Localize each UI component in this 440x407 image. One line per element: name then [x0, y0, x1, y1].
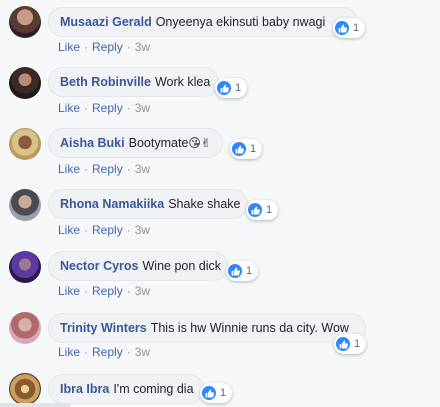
separator: · [126, 40, 131, 54]
comment-text: Onyeenya ekinsuti baby nwagi [155, 15, 326, 29]
comment-actions: Like · Reply · 3w [58, 284, 150, 298]
separator: · [84, 223, 89, 237]
comment-actions: Like · Reply · 3w [58, 162, 150, 176]
comment-actions: Like · Reply · 3w [58, 223, 150, 237]
comment-author[interactable]: Nector Cyros [60, 259, 139, 273]
reaction-count: 1 [353, 22, 360, 34]
like-link[interactable]: Like [58, 162, 80, 176]
reaction-count: 1 [266, 204, 273, 216]
comment-actions: Like · Reply · 3w [58, 101, 150, 115]
comment-author[interactable]: Beth Robinville [60, 75, 151, 89]
separator: · [126, 101, 131, 115]
like-link[interactable]: Like [58, 101, 80, 115]
separator: · [126, 223, 131, 237]
reaction-count: 1 [250, 143, 257, 155]
comment-bubble: Beth Robinville Work klea [48, 67, 219, 97]
reaction-count: 1 [246, 265, 253, 277]
avatar[interactable] [9, 251, 41, 283]
separator: · [126, 345, 131, 359]
comment-text: Bootymate [128, 136, 189, 150]
comment-text: This is hw Winnie runs da city. Wow [150, 321, 349, 335]
timestamp[interactable]: 3w [135, 162, 150, 176]
reaction-count: 1 [235, 82, 242, 94]
separator: · [126, 284, 131, 298]
timestamp[interactable]: 3w [135, 40, 150, 54]
like-link[interactable]: Like [58, 40, 80, 54]
comment-bubble: Musaazi Gerald Onyeenya ekinsuti baby nwa… [48, 7, 358, 37]
reaction-count-badge[interactable]: 1 [226, 261, 259, 281]
separator: · [84, 345, 89, 359]
emoji-kiss-peace: 😘✌ [188, 136, 211, 150]
reaction-count-badge[interactable]: 1 [246, 200, 279, 220]
reply-link[interactable]: Reply [92, 40, 123, 54]
separator: · [126, 162, 131, 176]
reply-link[interactable]: Reply [92, 284, 123, 298]
reaction-count: 1 [354, 338, 361, 350]
reaction-count-badge[interactable]: 1 [334, 334, 367, 354]
comment-bubble: Trinity Winters This is hw Winnie runs da… [48, 313, 366, 343]
like-link[interactable]: Like [58, 345, 80, 359]
reaction-count: 1 [220, 387, 227, 399]
avatar[interactable] [9, 189, 41, 221]
comment-text: Shake shake [168, 197, 241, 211]
reaction-count-badge[interactable]: 1 [333, 18, 366, 38]
thumbs-up-icon [335, 21, 349, 35]
comment-author[interactable]: Trinity Winters [60, 321, 147, 335]
comment-bubble: Ibra Ibra I'm coming dia [48, 374, 204, 404]
comment-author[interactable]: Rhona Namakiika [60, 197, 164, 211]
reaction-count-badge[interactable]: 1 [215, 78, 248, 98]
timestamp[interactable]: 3w [135, 345, 150, 359]
comment-author[interactable]: Ibra Ibra [60, 382, 109, 396]
thumbs-up-icon [336, 337, 350, 351]
reply-link[interactable]: Reply [92, 345, 123, 359]
like-link[interactable]: Like [58, 284, 80, 298]
comment-bubble: Aisha Buki Bootymate😘✌ [48, 128, 223, 158]
comment-author[interactable]: Aisha Buki [60, 136, 125, 150]
thumbs-up-icon [202, 386, 216, 400]
like-link[interactable]: Like [58, 223, 80, 237]
separator: · [84, 284, 89, 298]
avatar[interactable] [9, 312, 41, 344]
comment-bubble: Nector Cyros Wine pon dick [48, 251, 228, 281]
thumbs-up-icon [232, 142, 246, 156]
comment-actions: Like · Reply · 3w [58, 40, 150, 54]
thumbs-up-icon [228, 264, 242, 278]
comment-text: I'm coming dia [113, 382, 194, 396]
status-bar-fragment [0, 403, 70, 407]
timestamp[interactable]: 3w [135, 101, 150, 115]
separator: · [84, 162, 89, 176]
comment-actions: Like · Reply · 3w [58, 345, 150, 359]
comment-text: Wine pon dick [142, 259, 222, 273]
reaction-count-badge[interactable]: 1 [200, 383, 233, 403]
reaction-count-badge[interactable]: 1 [230, 139, 263, 159]
timestamp[interactable]: 3w [135, 223, 150, 237]
reply-link[interactable]: Reply [92, 223, 123, 237]
comment-bubble: Rhona Namakiika Shake shake [48, 189, 248, 219]
timestamp[interactable]: 3w [135, 284, 150, 298]
avatar[interactable] [9, 67, 41, 99]
avatar[interactable] [9, 6, 41, 38]
thumbs-up-icon [248, 203, 262, 217]
thumbs-up-icon [217, 81, 231, 95]
avatar[interactable] [9, 128, 41, 160]
separator: · [84, 101, 89, 115]
comment-author[interactable]: Musaazi Gerald [60, 15, 152, 29]
separator: · [84, 40, 89, 54]
reply-link[interactable]: Reply [92, 162, 123, 176]
comment-text: Work klea [154, 75, 211, 89]
reply-link[interactable]: Reply [92, 101, 123, 115]
avatar[interactable] [9, 373, 41, 405]
